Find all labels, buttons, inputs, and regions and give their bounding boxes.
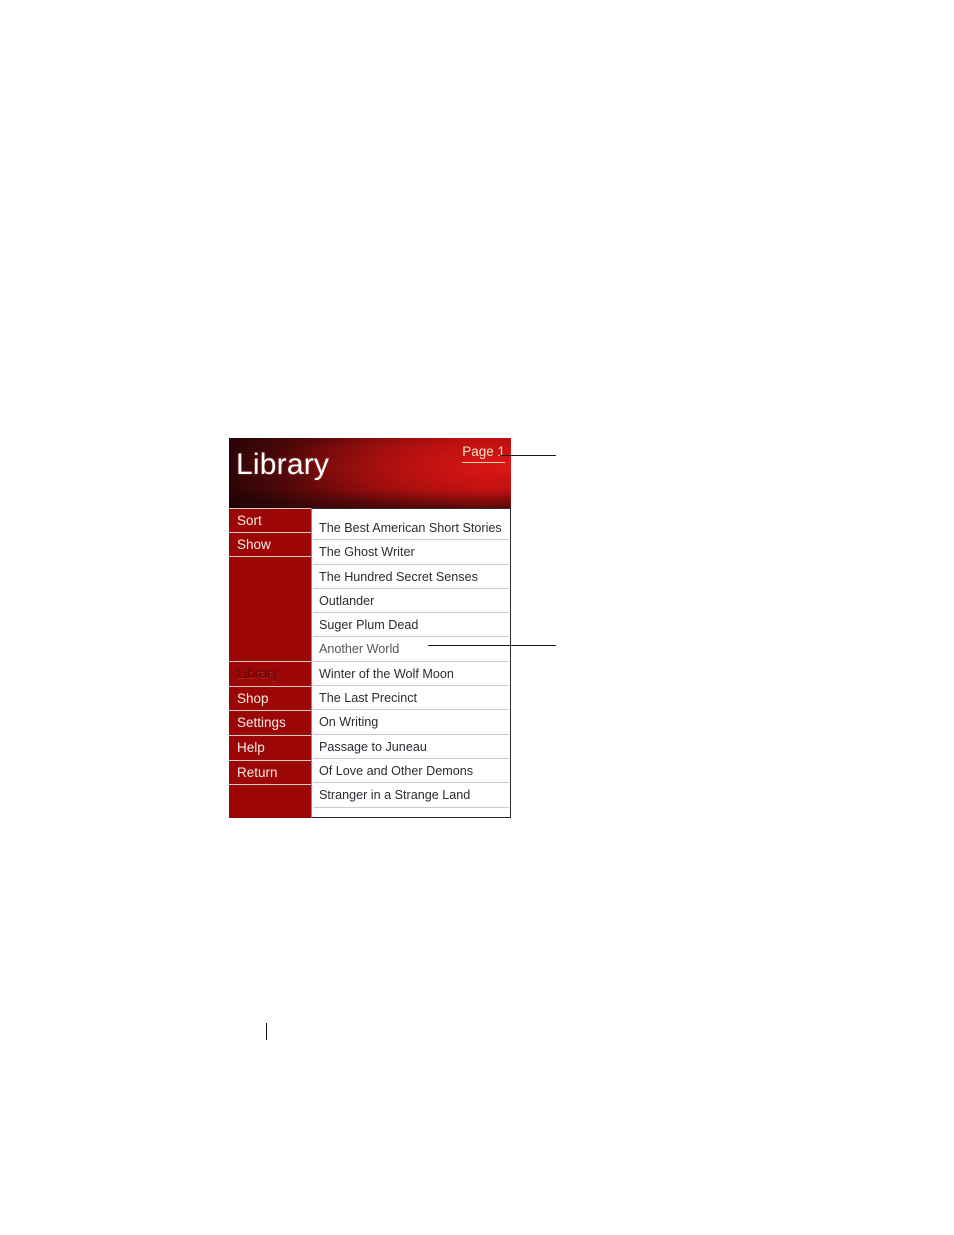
library-device-screenshot: Library Page 1 Sort Show Library Shop Se… [229,438,511,818]
list-item[interactable]: The Ghost Writer [313,540,509,565]
book-title: Passage to Juneau [319,739,427,754]
app-header: Library Page 1 [229,438,511,508]
sidebar-item-shop[interactable]: Shop [229,687,311,712]
text-caret-mark [266,1023,267,1040]
sidebar-item-label: Sort [237,513,262,528]
book-title: The Ghost Writer [319,545,415,560]
sidebar-item-label: Help [237,739,265,755]
book-title: On Writing [319,715,379,730]
list-item[interactable]: Passage to Juneau [313,735,509,759]
book-title: Outlander [319,593,375,608]
list-item[interactable]: The Best American Short Stories [313,516,509,541]
list-item[interactable]: Winter of the Wolf Moon [313,662,509,687]
list-item[interactable]: Outlander [313,589,509,614]
book-title: The Best American Short Stories [319,521,502,535]
callout-leader-line-book-entry [428,645,556,646]
book-title: Another World [319,642,400,657]
list-item[interactable]: On Writing [313,710,509,735]
sidebar-item-settings[interactable]: Settings [229,711,311,736]
callout-leader-line-page-indicator [500,455,556,456]
sidebar-item-label: Library [237,666,279,682]
book-title: Of Love and Other Demons [319,763,474,778]
list-item[interactable]: The Hundred Secret Senses [313,565,509,589]
book-title: The Hundred Secret Senses [319,569,478,584]
page-indicator[interactable]: Page 1 [462,444,505,463]
book-title: Winter of the Wolf Moon [319,666,454,681]
book-title: The Last Precinct [319,691,417,706]
device-body: Sort Show Library Shop Settings Help Ret… [229,508,511,818]
list-item[interactable]: Stranger in a Strange Land [313,783,509,808]
sidebar-item-label: Shop [237,690,269,706]
sidebar-item-library[interactable]: Library [229,662,311,687]
book-title: Suger Plum Dead [319,618,419,633]
list-item[interactable]: The Last Precinct [313,686,509,711]
sidebar-item-return[interactable]: Return [229,761,311,786]
sidebar-item-label: Return [237,764,278,780]
list-item[interactable]: Suger Plum Dead [313,613,509,638]
sidebar-item-label: Settings [237,715,286,731]
book-list: The Best American Short Stories The Ghos… [313,516,509,808]
sidebar-item-label: Show [237,536,271,552]
book-list-panel: The Best American Short Stories The Ghos… [311,508,511,818]
book-title: Stranger in a Strange Land [319,788,471,803]
sidebar-item-sort[interactable]: Sort [229,508,311,533]
sidebar-menu: Sort Show Library Shop Settings Help Ret… [229,508,311,818]
page-title: Library [236,448,330,481]
sidebar-spacer [229,557,311,663]
sidebar-item-help[interactable]: Help [229,736,311,761]
list-item[interactable]: Another World [313,637,509,662]
sidebar-item-show[interactable]: Show [229,533,311,558]
list-item[interactable]: Of Love and Other Demons [313,759,509,784]
sidebar-tail [229,785,311,805]
